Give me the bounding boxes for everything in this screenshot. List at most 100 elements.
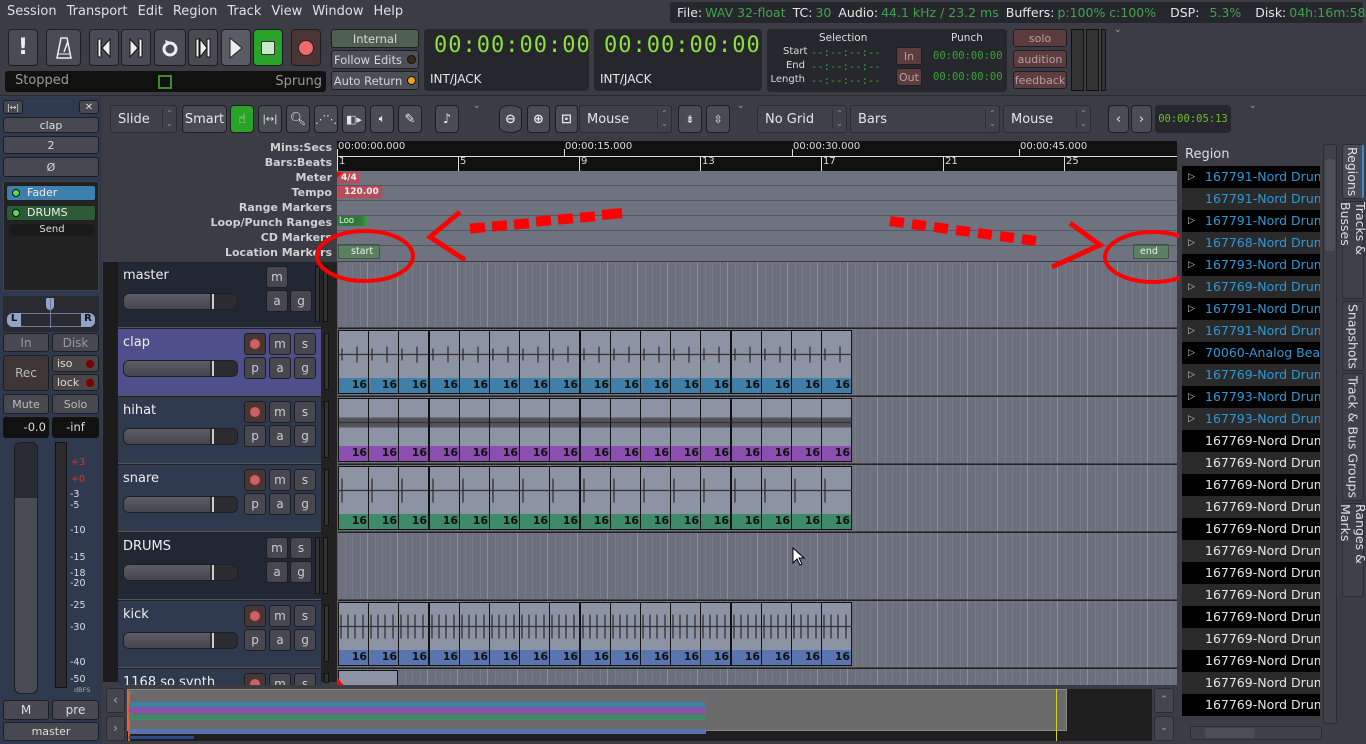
track-lane-clap[interactable]: 16 16 16 16 16 16 16 16 16 16 16 16 16 16 16 16 16 <box>337 329 1177 396</box>
audio-region[interactable]: 16 <box>338 330 369 394</box>
expand-triangle-icon[interactable]: ▷ <box>1188 320 1195 342</box>
track-p-button[interactable]: p <box>244 493 266 515</box>
smart-mode-button[interactable]: Smart <box>182 105 227 133</box>
region-list-vscroll[interactable] <box>1323 144 1337 724</box>
audio-region[interactable]: 16 <box>610 466 641 530</box>
audio-region[interactable]: 16 <box>731 466 762 530</box>
internal-sync-button[interactable]: Internal <box>331 29 419 48</box>
edit-point-select[interactable]: Mouse ⌃ ⌄ <box>1003 105 1091 133</box>
audio-region[interactable]: 16 <box>700 466 731 530</box>
gain-entry[interactable]: -0.0 <box>3 417 49 438</box>
region-list-item[interactable]: 167769-Nord Drum E <box>1182 518 1320 540</box>
track-m-button[interactable]: m <box>269 401 291 423</box>
monitor-input-button[interactable]: In <box>3 333 49 352</box>
audio-region[interactable]: 16 <box>398 602 429 666</box>
nudge-clock[interactable]: 00:00:05:13 <box>1155 105 1231 133</box>
audio-region[interactable]: 16 <box>429 398 460 462</box>
summary-scroll-right[interactable]: › <box>106 716 125 741</box>
audio-region[interactable]: 16 <box>821 398 852 462</box>
track-name[interactable]: clap <box>123 335 150 350</box>
region-list-item[interactable]: ▷ 167791-Nord Drum C <box>1182 320 1320 342</box>
tab-tracks-busses[interactable]: Tracks & Busses <box>1338 201 1366 299</box>
mute-button[interactable]: Mute <box>3 394 49 414</box>
track-a-button[interactable]: a <box>266 290 288 312</box>
goto-end-button[interactable] <box>121 29 151 66</box>
toolbar-overflow-icon[interactable]: ⌄ <box>737 101 745 111</box>
start-marker[interactable]: start <box>338 244 380 259</box>
audio-region[interactable]: 16 <box>761 330 792 394</box>
audio-region[interactable]: 16 <box>549 398 580 462</box>
audio-region[interactable]: 16 <box>398 398 429 462</box>
summary-scroll-up[interactable]: ⌃ <box>1154 688 1174 713</box>
audio-region[interactable]: 16 <box>670 330 701 394</box>
track-p-button[interactable]: p <box>244 357 266 379</box>
track-lane-master[interactable] <box>337 262 1177 328</box>
iso-button[interactable]: iso <box>52 355 99 372</box>
selection-end[interactable]: --:--:--:-- <box>811 61 881 73</box>
audio-region[interactable]: 16 <box>640 602 671 666</box>
tab-snapshots[interactable]: Snapshots <box>1342 301 1364 371</box>
solo-monitor-button[interactable]: solo <box>1013 29 1067 47</box>
track-a-button[interactable]: a <box>269 425 291 447</box>
audition-button[interactable]: audition <box>1013 50 1067 68</box>
expand-triangle-icon[interactable]: ▷ <box>1188 254 1195 276</box>
panner[interactable]: L R <box>3 296 99 332</box>
region-list-item[interactable]: ▷ 167791-Nord Drum C <box>1182 298 1320 320</box>
summary-scroll-down[interactable]: ⌄ <box>1154 716 1174 741</box>
tab-ranges-marks[interactable]: Ranges & Marks <box>1338 503 1366 597</box>
region-list-item[interactable]: ▷ 70060-Analog Beats <box>1182 342 1320 364</box>
output-button[interactable]: master <box>3 722 99 741</box>
auto-return-button[interactable]: Auto Return <box>331 71 419 90</box>
audio-region[interactable]: 16 <box>489 398 520 462</box>
region-list-item[interactable]: ▷ 167768-Nord Drum C <box>1182 232 1320 254</box>
grid-mode-select[interactable]: No Grid ⌃ ⌄ <box>757 105 847 133</box>
track-a-button[interactable]: a <box>269 629 291 651</box>
gain-fader[interactable] <box>14 442 38 694</box>
summary-pane[interactable]: ‹ › ⌃ ⌄ <box>103 685 1177 744</box>
track-header-master[interactable]: master m a g <box>118 262 328 328</box>
audio-region[interactable]: 16 <box>429 466 460 530</box>
audio-region[interactable]: 16 <box>549 466 580 530</box>
region-list-item[interactable]: 167769-Nord Drum E <box>1182 584 1320 606</box>
audio-region[interactable]: 16 <box>580 330 611 394</box>
audio-region[interactable]: 16 <box>761 398 792 462</box>
menu-view[interactable]: View <box>266 0 307 24</box>
strip-hide-button[interactable]: ✕ <box>79 100 99 114</box>
solo-button[interactable]: Solo <box>52 394 99 414</box>
end-marker[interactable]: end <box>1133 244 1169 259</box>
expand-triangle-icon[interactable]: ▷ <box>1188 386 1195 408</box>
summary-scroll-left[interactable]: ‹ <box>106 688 125 713</box>
play-selection-button[interactable] <box>188 29 218 66</box>
audio-region[interactable]: 16 <box>459 398 490 462</box>
primary-clock[interactable]: 00:00:00:00 INT/JACK <box>424 29 590 91</box>
region-list-item[interactable]: ▷ 167769-Nord Drum E <box>1182 276 1320 298</box>
rec-arm-button[interactable] <box>244 333 266 355</box>
panic-button[interactable]: ! <box>8 29 38 66</box>
track-name[interactable]: DRUMS <box>123 539 171 554</box>
audio-region[interactable]: 16 <box>338 466 369 530</box>
track-gain-fader[interactable] <box>123 496 238 513</box>
region-list-item[interactable]: ▷ 167793-Nord Drum C <box>1182 408 1320 430</box>
track-g-button[interactable]: g <box>290 561 312 583</box>
audio-region[interactable]: 16 <box>610 602 641 666</box>
audio-region[interactable]: 16 <box>459 330 490 394</box>
meter-point-button[interactable]: M <box>3 700 49 720</box>
audio-region[interactable]: 16 <box>791 602 822 666</box>
stop-button[interactable] <box>253 29 283 66</box>
audio-region[interactable]: 16 <box>821 466 852 530</box>
audio-region[interactable]: 16 <box>489 602 520 666</box>
region-list-item[interactable]: 167769-Nord Drum E <box>1182 430 1320 452</box>
rec-enable-button[interactable]: Rec <box>3 355 49 391</box>
menu-track[interactable]: Track <box>222 0 266 24</box>
expand-triangle-icon[interactable]: ▷ <box>1188 342 1195 364</box>
play-button[interactable] <box>221 29 251 66</box>
zoom-tool-button[interactable]: 🔍︎ <box>286 105 310 133</box>
region-list-hscroll[interactable] <box>1190 726 1322 740</box>
region-list-item[interactable]: ▷ 167793-Nord Drum C <box>1182 254 1320 276</box>
grab-tool-button[interactable]: ☝ <box>230 105 254 133</box>
track-gain-fader[interactable] <box>123 428 238 445</box>
metronome-button[interactable] <box>46 29 81 66</box>
nudge-backward-button[interactable]: ‹ <box>1108 105 1129 133</box>
toolbar-overflow-icon[interactable]: ⌄ <box>1114 25 1122 35</box>
follow-edits-button[interactable]: Follow Edits <box>331 50 419 69</box>
